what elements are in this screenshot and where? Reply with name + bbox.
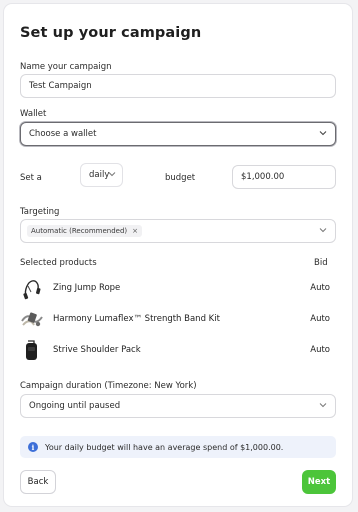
- info-banner: i Your daily budget will have an average…: [20, 436, 336, 458]
- product-row: Zing Jump Rope Auto: [20, 276, 330, 300]
- back-button[interactable]: Back: [20, 470, 56, 494]
- budget-period-select[interactable]: daily: [80, 163, 123, 187]
- campaign-duration-label: Campaign duration (Timezone: New York): [20, 381, 197, 391]
- campaign-duration-value: Ongoing until paused: [29, 401, 121, 411]
- budget-amount-value: $1,000.00: [241, 172, 285, 182]
- targeting-chip: Automatic (Recommended) ×: [27, 225, 143, 237]
- targeting-select[interactable]: Automatic (Recommended) ×: [20, 219, 336, 243]
- shoulder-pack-icon: [20, 338, 44, 362]
- info-icon: i: [28, 442, 38, 452]
- product-row: Strive Shoulder Pack Auto: [20, 338, 330, 362]
- page-title: Set up your campaign: [20, 25, 202, 41]
- chevron-down-icon: [319, 401, 327, 409]
- product-name: Harmony Lumaflex™ Strength Band Kit: [53, 314, 220, 324]
- chevron-down-icon: [319, 129, 327, 137]
- bid-header: Bid: [314, 258, 328, 268]
- budget-amount-input[interactable]: $1,000.00: [232, 165, 336, 189]
- wallet-select[interactable]: Choose a wallet: [20, 122, 336, 146]
- wallet-value: Choose a wallet: [29, 129, 97, 139]
- product-row: Harmony Lumaflex™ Strength Band Kit Auto: [20, 307, 330, 331]
- product-bid: Auto: [310, 283, 330, 293]
- wallet-label: Wallet: [20, 109, 47, 119]
- campaign-setup-card: Set up your campaign Name your campaign …: [4, 4, 352, 506]
- campaign-name-input[interactable]: Test Campaign: [20, 74, 336, 98]
- product-name: Zing Jump Rope: [53, 283, 121, 293]
- chevron-down-icon: [108, 170, 116, 178]
- campaign-duration-select[interactable]: Ongoing until paused: [20, 394, 336, 418]
- budget-period-value: daily: [89, 170, 110, 180]
- chip-remove-icon[interactable]: ×: [132, 227, 138, 235]
- next-button[interactable]: Next: [302, 470, 336, 494]
- campaign-name-value: Test Campaign: [29, 81, 92, 91]
- product-name: Strive Shoulder Pack: [53, 345, 141, 355]
- product-bid: Auto: [310, 314, 330, 324]
- band-kit-icon: [20, 307, 44, 331]
- selected-products-label: Selected products: [20, 258, 97, 268]
- budget-prefix-label: Set a: [20, 173, 42, 183]
- product-bid: Auto: [310, 345, 330, 355]
- campaign-name-label: Name your campaign: [20, 62, 112, 72]
- budget-middle-label: budget: [165, 173, 196, 183]
- jump-rope-icon: [20, 276, 44, 300]
- targeting-chip-label: Automatic (Recommended): [31, 227, 128, 235]
- chevron-down-icon: [319, 226, 327, 234]
- info-text: Your daily budget will have an average s…: [45, 442, 284, 452]
- targeting-label: Targeting: [20, 207, 60, 217]
